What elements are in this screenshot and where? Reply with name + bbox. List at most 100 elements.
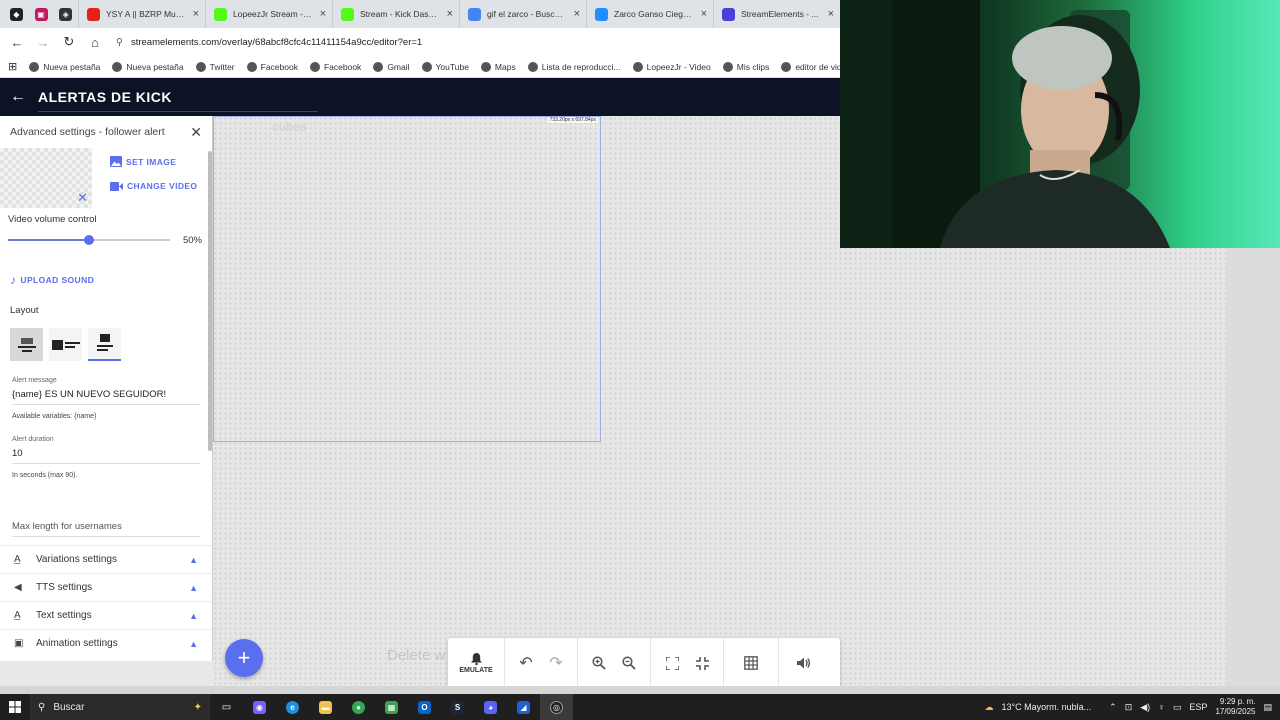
browser-tab[interactable]: StreamElements - ... ×: [713, 0, 840, 28]
alert-message-field: Alert message {name} ES UN NUEVO SEGUIDO…: [0, 377, 212, 420]
accordion-tts-settings[interactable]: ◀ TTS settings ▲: [0, 573, 212, 601]
bookmark-item[interactable]: Nueva pestaña: [112, 61, 184, 72]
alert-duration-input[interactable]: 10: [12, 448, 200, 464]
webcam-person-image: [840, 0, 1170, 248]
bookmark-item[interactable]: LopeezJr - Video: [632, 61, 711, 72]
chevron-up-icon[interactable]: ▲: [189, 583, 198, 593]
bookmark-item[interactable]: Lista de reproducci...: [527, 61, 621, 72]
fit-screen-button[interactable]: [657, 638, 687, 688]
taskbar-app-outlook[interactable]: O: [408, 694, 441, 720]
taskbar-app-explorer[interactable]: ▬: [309, 694, 342, 720]
change-video-button[interactable]: CHANGE VIDEO: [110, 181, 197, 191]
forward-button[interactable]: →: [32, 31, 54, 53]
overlay-title[interactable]: ALERTAS DE KICK: [38, 83, 318, 112]
chevron-up-icon[interactable]: ▲: [189, 611, 198, 621]
bookmark-item[interactable]: YouTube: [421, 61, 469, 72]
grid-toggle-button[interactable]: [736, 638, 766, 688]
pinned-tab[interactable]: ◆: [4, 0, 29, 28]
apps-grid-icon[interactable]: ⊞: [8, 60, 17, 73]
site-info-icon[interactable]: ⚲: [116, 37, 123, 48]
home-button[interactable]: ⌂: [84, 31, 106, 53]
close-tab-icon[interactable]: ×: [447, 8, 453, 20]
browser-tab[interactable]: LopeezJr Stream - Wat... ×: [205, 0, 332, 28]
bookmark-item[interactable]: Twitter: [195, 61, 235, 72]
browser-tab[interactable]: gif el zarco - Buscar co... ×: [459, 0, 586, 28]
close-tab-icon[interactable]: ×: [701, 8, 707, 20]
close-icon[interactable]: ✕: [190, 124, 202, 141]
panel-scrollbar[interactable]: [208, 151, 212, 451]
zoom-out-button[interactable]: [614, 638, 644, 688]
add-widget-button[interactable]: +: [225, 639, 263, 677]
set-image-button[interactable]: SET IMAGE: [110, 156, 197, 167]
chevron-up-icon[interactable]: ▲: [189, 555, 198, 565]
remove-media-icon[interactable]: ✕: [77, 190, 88, 206]
bookmark-item[interactable]: Gmail: [373, 61, 410, 72]
bookmark-label: Mis clips: [736, 61, 770, 72]
taskbar-search[interactable]: ⚲ Buscar ✦: [30, 694, 210, 720]
browser-tab[interactable]: Stream - Kick Dashboar... ×: [332, 0, 459, 28]
microphone-icon[interactable]: ♀: [1158, 702, 1165, 712]
redo-button[interactable]: ↷: [541, 638, 571, 688]
close-tab-icon[interactable]: ×: [574, 8, 580, 20]
pinned-tab[interactable]: ◈: [53, 0, 78, 28]
battery-icon[interactable]: ▭: [1173, 702, 1182, 713]
weather-text[interactable]: 13°C Mayorm. nubla...: [1002, 702, 1092, 712]
undo-button[interactable]: ↶: [511, 638, 541, 688]
accordion-text-settings[interactable]: A̲ Text settings ▲: [0, 601, 212, 629]
close-tab-icon[interactable]: ×: [193, 8, 199, 20]
reload-button[interactable]: ↻: [58, 31, 80, 53]
taskbar-app-discord[interactable]: ◕: [474, 694, 507, 720]
emulate-button[interactable]: EMULATE: [448, 638, 504, 688]
streamlabs-icon: ◢: [517, 700, 530, 714]
bookmark-item[interactable]: editor de videos onli...: [781, 61, 840, 72]
facebook-icon: [309, 61, 320, 72]
language-indicator[interactable]: ESP: [1189, 702, 1207, 712]
taskbar-app-obs[interactable]: ◎: [540, 694, 573, 720]
bookmark-item[interactable]: Mis clips: [722, 61, 770, 72]
sound-toggle-button[interactable]: [789, 638, 819, 688]
taskbar-app-steam[interactable]: S: [441, 694, 474, 720]
network-icon[interactable]: ⊡: [1125, 702, 1133, 713]
layout-image-left[interactable]: [49, 328, 82, 361]
upload-sound-label: UPLOAD SOUND: [20, 275, 95, 285]
chevron-up-icon[interactable]: ⌃: [1109, 702, 1117, 713]
shrink-button[interactable]: [687, 638, 717, 688]
upload-sound-button[interactable]: ♪ UPLOAD SOUND: [10, 273, 202, 287]
back-arrow-icon[interactable]: ←: [10, 88, 26, 106]
bookmark-item[interactable]: Facebook: [246, 61, 298, 72]
max-length-input[interactable]: Max length for usernames: [12, 521, 200, 537]
chevron-up-icon[interactable]: ▲: [189, 639, 198, 649]
notifications-icon[interactable]: ▤: [1263, 702, 1272, 713]
taskbar-app-chrome[interactable]: ●: [342, 694, 375, 720]
alert-message-input[interactable]: {name} ES UN NUEVO SEGUIDOR!: [12, 389, 200, 405]
taskbar-app-edge[interactable]: e: [276, 694, 309, 720]
volume-icon[interactable]: ◀): [1140, 702, 1150, 713]
taskbar-app-copilot[interactable]: ◉: [243, 694, 276, 720]
taskbar-app-store[interactable]: ▦: [375, 694, 408, 720]
zoom-in-button[interactable]: [584, 638, 614, 688]
accordion-animation-settings[interactable]: ▣ Animation settings ▲: [0, 629, 212, 657]
tab-title: StreamElements - ...: [741, 9, 819, 19]
browser-tab[interactable]: Zarco Ganso Ciego GIF ×: [586, 0, 713, 28]
layout-image-above[interactable]: [88, 328, 121, 361]
close-tab-icon[interactable]: ×: [828, 8, 834, 20]
video-volume-slider[interactable]: [8, 235, 170, 245]
bookmark-item[interactable]: Facebook: [309, 61, 361, 72]
discord-icon: ◕: [484, 700, 497, 714]
back-button[interactable]: ←: [6, 31, 28, 53]
browser-tab[interactable]: YSY A || BZRP Music Se... ×: [78, 0, 205, 28]
layout-text-over-image[interactable]: [10, 328, 43, 361]
clock[interactable]: 9:29 p. m. 17/09/2025: [1215, 697, 1255, 717]
slider-thumb[interactable]: [84, 235, 94, 245]
url-input[interactable]: ⚲ streamelements.com/overlay/68abcf8cfc4…: [110, 31, 840, 53]
close-tab-icon[interactable]: ×: [320, 8, 326, 20]
taskbar-app-streamlabs[interactable]: ◢: [507, 694, 540, 720]
bookmark-item[interactable]: Nueva pestaña: [29, 61, 100, 72]
bookmark-item[interactable]: Maps: [480, 61, 516, 72]
start-button[interactable]: [0, 694, 30, 720]
alert-widget-box[interactable]: 733.20px x 697.84px: [213, 116, 601, 442]
pinned-tab[interactable]: ▣: [29, 0, 54, 28]
accordion-variations-settings[interactable]: A̲ Variations settings ▲: [0, 545, 212, 573]
windows-taskbar: ⚲ Buscar ✦ ▭ ◉ e ▬ ● ▦ O S ◕ ◢ ◎ ☁ 13°C …: [0, 694, 1280, 720]
task-view-button[interactable]: ▭: [210, 694, 243, 720]
